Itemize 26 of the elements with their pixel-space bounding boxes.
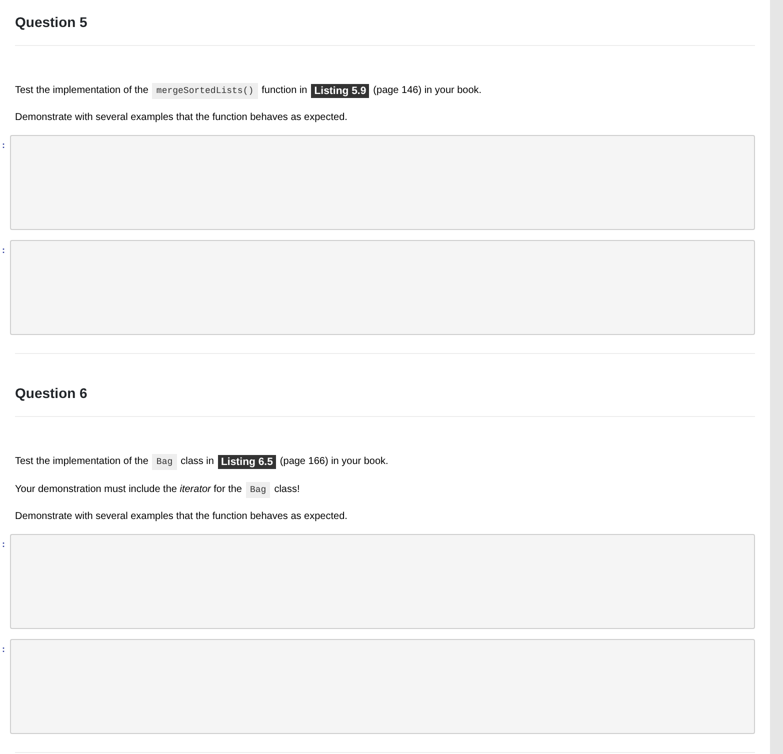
instruction-text: class! bbox=[274, 483, 300, 497]
instruction-text: Your demonstration must include the iterator for the bbox=[15, 483, 242, 497]
instruction-text: Test the implementation of the bbox=[15, 84, 148, 98]
instruction-text: function in bbox=[262, 84, 308, 98]
instruction-text: Test the implementation of the bbox=[15, 455, 148, 469]
cell-prompt: : bbox=[1, 139, 6, 152]
code-input-cell[interactable] bbox=[10, 135, 755, 230]
inline-code: Bag bbox=[152, 454, 177, 470]
listing-label: Listing 6.5 bbox=[218, 455, 276, 469]
question-heading: Question 5 bbox=[15, 12, 755, 46]
code-input-cell[interactable] bbox=[10, 639, 755, 734]
cell-prompt: : bbox=[1, 244, 6, 257]
listing-label: Listing 5.9 bbox=[311, 84, 370, 98]
scrollbar[interactable] bbox=[770, 0, 783, 754]
code-input-cell[interactable] bbox=[10, 534, 755, 629]
question-heading: Question 6 bbox=[15, 383, 755, 417]
instruction-text: Demonstrate with several examples that the function behaves as expected. bbox=[15, 510, 348, 524]
instruction-text: (page 146) in your book. bbox=[373, 84, 482, 98]
cell-prompt: : bbox=[1, 643, 6, 656]
instruction-text: (page 166) in your book. bbox=[280, 455, 388, 469]
instruction-text: class in bbox=[180, 455, 214, 469]
code-input-cell[interactable] bbox=[10, 240, 755, 335]
inline-code: mergeSortedLists() bbox=[152, 83, 258, 99]
cell-prompt: : bbox=[1, 538, 6, 551]
inline-code: Bag bbox=[246, 482, 270, 498]
instruction-text: Demonstrate with several examples that the function behaves as expected. bbox=[15, 111, 348, 125]
